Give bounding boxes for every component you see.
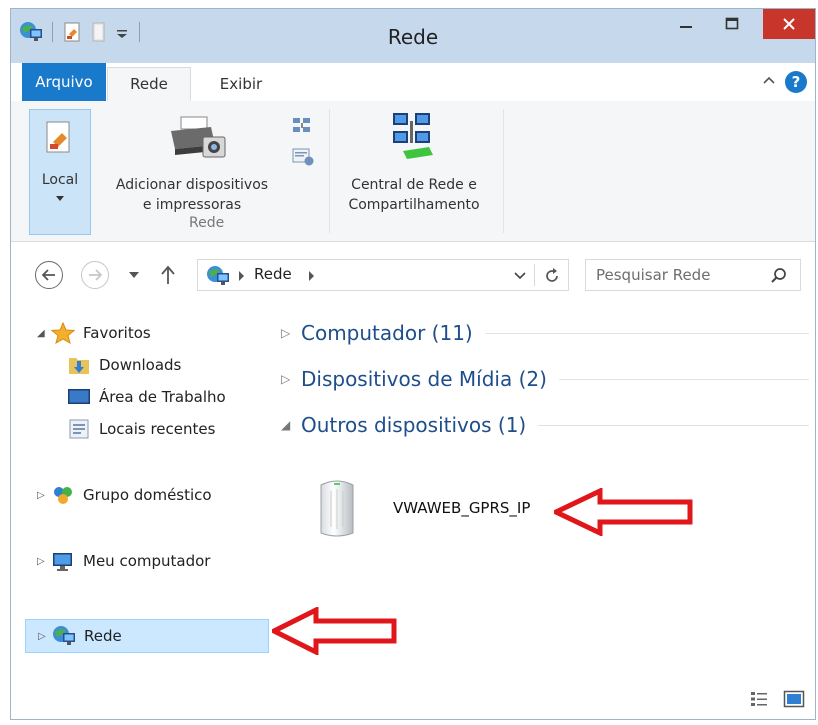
refresh-icon[interactable]	[543, 267, 561, 285]
breadcrumb-chevron-icon[interactable]	[308, 271, 315, 281]
collapse-ribbon-icon[interactable]	[763, 73, 775, 89]
collapsed-triangle-icon[interactable]: ▷	[38, 631, 52, 642]
network-center-label-2[interactable]: Compartilhamento	[335, 195, 493, 215]
recent-places-icon	[69, 419, 89, 439]
title-bar: Rede	[11, 9, 815, 63]
group-divider	[558, 378, 809, 380]
chevron-down-icon	[56, 196, 64, 201]
explorer-window: Rede Arquivo Rede Exibir ? Local Adicion…	[10, 8, 816, 720]
nav-locais-recentes[interactable]: Locais recentes	[67, 415, 215, 443]
details-view-icon[interactable]	[749, 689, 769, 709]
nav-favoritos-label: Favoritos	[83, 324, 151, 342]
annotation-arrow-network	[272, 607, 397, 655]
minimize-icon	[680, 26, 692, 28]
nav-favoritos[interactable]: ◢ Favoritos	[37, 319, 151, 347]
nav-downloads[interactable]: Downloads	[67, 351, 181, 379]
nav-rede[interactable]: ▷ Rede	[25, 619, 269, 653]
network-device-icon	[320, 480, 354, 537]
annotation-arrow-device	[554, 488, 693, 536]
address-box[interactable]: Rede	[197, 259, 569, 291]
nav-meu-computador-label: Meu computador	[83, 552, 211, 570]
ribbon-separator	[503, 109, 504, 233]
tab-arquivo[interactable]: Arquivo	[22, 63, 106, 101]
navigation-pane: ◢ Favoritos Downloads Área de Trabalho L…	[11, 309, 269, 709]
close-button[interactable]	[763, 9, 815, 39]
device-name: VWAWEB_GPRS_IP	[393, 499, 531, 517]
address-dropdown-icon[interactable]	[514, 271, 526, 281]
local-button[interactable]: Local	[29, 109, 91, 235]
back-button[interactable]	[35, 261, 63, 289]
nav-downloads-label: Downloads	[99, 356, 182, 374]
forward-button[interactable]	[81, 261, 109, 289]
printer-icon[interactable]	[167, 115, 227, 161]
breadcrumb-rede[interactable]: Rede	[254, 265, 292, 283]
network-center-label-1[interactable]: Central de Rede e	[335, 175, 493, 195]
nav-rede-label: Rede	[84, 627, 122, 645]
collapsed-triangle-icon[interactable]: ▷	[281, 326, 301, 340]
local-label: Local	[41, 172, 79, 188]
collapsed-triangle-icon[interactable]: ▷	[37, 490, 51, 501]
group-divider	[484, 332, 809, 334]
tab-exibir[interactable]: Exibir	[201, 67, 281, 101]
nav-meu-computador[interactable]: ▷ Meu computador	[37, 547, 210, 575]
properties-icon	[46, 121, 70, 153]
downloads-folder-icon	[69, 358, 89, 374]
expanded-triangle-icon[interactable]: ◢	[281, 418, 301, 432]
collapsed-triangle-icon[interactable]: ▷	[37, 556, 51, 567]
group-dispositivos-de-midia[interactable]: ▷ Dispositivos de Mídia (2)	[281, 361, 809, 397]
maximize-button[interactable]	[713, 9, 751, 39]
expanded-triangle-icon[interactable]: ◢	[37, 328, 51, 339]
media-devices-icon[interactable]	[291, 115, 313, 137]
add-devices-label-1[interactable]: Adicionar dispositivos	[101, 175, 283, 195]
star-icon	[51, 322, 75, 344]
close-icon	[783, 18, 795, 30]
group-outros-dispositivos-label: Outros dispositivos (1)	[301, 413, 527, 437]
status-bar	[11, 681, 815, 719]
network-center-icon[interactable]	[389, 111, 439, 163]
group-dispositivos-de-midia-label: Dispositivos de Mídia (2)	[301, 367, 547, 391]
ribbon-tab-bar: Arquivo Rede Exibir ?	[11, 63, 815, 102]
group-computador[interactable]: ▷ Computador (11)	[281, 315, 809, 351]
computer-icon	[53, 553, 72, 571]
recent-locations-chevron-icon[interactable]	[129, 271, 139, 279]
breadcrumb-chevron-icon[interactable]	[238, 271, 245, 281]
nav-grupo-domestico[interactable]: ▷ Grupo doméstico	[37, 481, 212, 509]
group-outros-dispositivos[interactable]: ◢ Outros dispositivos (1)	[281, 407, 809, 443]
nav-locais-recentes-label: Locais recentes	[99, 420, 216, 438]
large-icons-view-icon[interactable]	[783, 689, 805, 709]
network-icon	[53, 626, 75, 645]
minimize-button[interactable]	[667, 9, 705, 39]
nav-grupo-domestico-label: Grupo doméstico	[83, 486, 212, 504]
homegroup-icon	[54, 487, 72, 504]
search-box[interactable]	[585, 259, 801, 291]
search-icon[interactable]	[770, 267, 788, 285]
tab-rede[interactable]: Rede	[107, 67, 191, 101]
maximize-icon	[725, 17, 739, 30]
nav-area-de-trabalho[interactable]: Área de Trabalho	[67, 383, 226, 411]
ribbon: Local Adicionar dispositivos e impressor…	[11, 101, 815, 242]
ribbon-group-rede: Rede	[189, 215, 225, 231]
group-divider	[538, 424, 809, 426]
desktop-icon	[68, 389, 90, 404]
ribbon-separator	[329, 109, 330, 233]
forward-arrow-icon	[89, 269, 102, 281]
help-button[interactable]: ?	[785, 71, 807, 93]
up-arrow-icon[interactable]	[161, 265, 175, 285]
back-arrow-icon	[42, 269, 55, 281]
group-computador-label: Computador (11)	[301, 321, 473, 345]
device-item[interactable]: VWAWEB_GPRS_IP	[311, 477, 530, 539]
address-separator	[534, 264, 535, 286]
router-settings-icon[interactable]	[291, 145, 315, 167]
nav-area-de-trabalho-label: Área de Trabalho	[99, 388, 226, 406]
add-devices-label-2[interactable]: e impressoras	[101, 195, 283, 215]
search-input[interactable]	[594, 265, 768, 285]
network-icon	[207, 266, 229, 285]
collapsed-triangle-icon[interactable]: ▷	[281, 372, 301, 386]
address-bar-row: Rede	[11, 255, 815, 295]
